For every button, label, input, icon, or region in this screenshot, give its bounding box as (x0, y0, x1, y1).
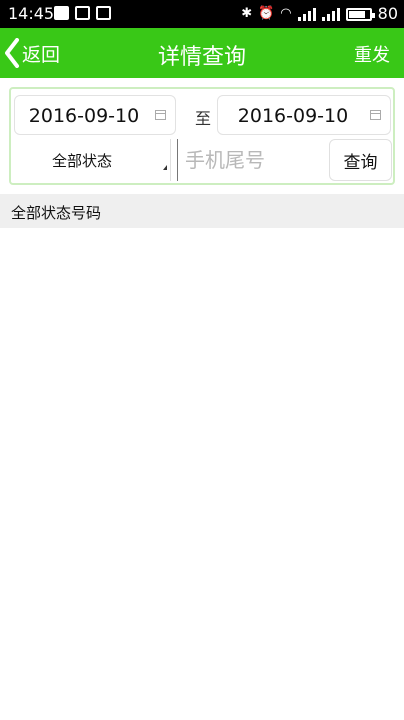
battery-icon (345, 7, 375, 21)
date-from-field[interactable]: 2016-09-10 (14, 95, 176, 135)
calendar-icon (155, 110, 166, 120)
calendar-icon (370, 110, 381, 120)
status-dropdown[interactable]: 全部状态 (14, 139, 171, 181)
query-button[interactable]: 查询 (329, 139, 392, 181)
bluetooth-icon: ✱ (241, 6, 253, 21)
alarm-icon: ⏰ (258, 6, 275, 21)
wifi-icon: ◠ (280, 6, 292, 21)
date-to-field[interactable]: 2016-09-10 (217, 95, 391, 135)
result-section-header: 全部状态号码 (0, 194, 404, 228)
signal-strength-icon (321, 7, 340, 21)
filter-row: 全部状态 查询 (14, 139, 392, 181)
section-title: 全部状态号码 (11, 204, 102, 222)
status-selected-value: 全部状态 (51, 152, 112, 170)
resend-button[interactable]: 重发 (354, 41, 390, 67)
notification-weibo-icon (75, 6, 90, 20)
status-time: 14:45 (8, 4, 55, 23)
app-header: 返回 详情查询 重发 (0, 28, 404, 78)
battery-percent: 80 (377, 4, 398, 23)
date-separator: 至 (195, 109, 212, 128)
notification-icons (54, 6, 111, 20)
date-to-value: 2016-09-10 (237, 105, 349, 127)
status-bar: 14:45 ✱ ⏰ ◠ 80 (0, 0, 404, 28)
notification-app-icon (54, 6, 69, 20)
signal-3g-icon (297, 7, 316, 21)
page-title: 详情查询 (157, 45, 246, 70)
system-icons: ✱ ⏰ ◠ 80 (241, 4, 398, 24)
notification-image-icon (96, 6, 111, 20)
date-from-value: 2016-09-10 (28, 105, 140, 127)
dropdown-caret-icon (163, 165, 167, 170)
filter-panel: 2016-09-10 至 2016-09-10 全部状态 查询 (9, 87, 395, 185)
phone-tail-input[interactable] (177, 139, 329, 181)
